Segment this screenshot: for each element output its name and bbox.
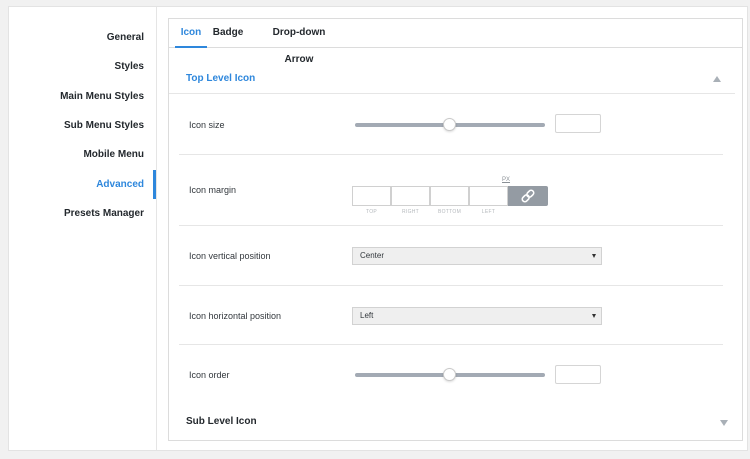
slider-thumb[interactable] bbox=[443, 118, 456, 131]
settings-sidebar: General Styles Main Menu Styles Sub Menu… bbox=[9, 7, 157, 450]
icon-vertical-position-select[interactable]: Center bbox=[352, 247, 602, 265]
dropdown-caret-icon bbox=[592, 254, 596, 258]
selected-value: Left bbox=[360, 311, 374, 320]
sub-level-icon-title: Sub Level Icon bbox=[186, 416, 257, 427]
icon-size-row: Icon size bbox=[179, 95, 723, 155]
tab-bar: Icon Badge Drop-down Arrow bbox=[169, 19, 742, 65]
icon-vertical-position-row: Icon vertical position Center bbox=[179, 226, 723, 286]
margin-left-input[interactable] bbox=[469, 186, 508, 206]
margin-right-input[interactable] bbox=[391, 186, 430, 206]
collapse-arrow-icon[interactable] bbox=[713, 76, 721, 82]
margin-bottom-input[interactable] bbox=[430, 186, 469, 206]
icon-margin-inputs: TOP RIGHT BOTTOM LEFT bbox=[352, 186, 549, 215]
icon-horizontal-position-label: Icon horizontal position bbox=[189, 311, 282, 321]
icon-size-input[interactable] bbox=[555, 114, 601, 133]
sidebar-item-main-menu-styles[interactable]: Main Menu Styles bbox=[8, 82, 156, 111]
icon-order-input[interactable] bbox=[555, 365, 601, 384]
sidebar-item-styles[interactable]: Styles bbox=[8, 52, 156, 81]
icon-margin-label: Icon margin bbox=[189, 185, 237, 195]
sidebar-item-advanced[interactable]: Advanced bbox=[8, 170, 156, 199]
margin-top-input[interactable] bbox=[352, 186, 391, 206]
icon-vertical-position-label: Icon vertical position bbox=[189, 251, 271, 261]
dropdown-caret-icon bbox=[592, 314, 596, 318]
icon-margin-row: Icon margin PX TOP RIGHT BOTTOM LEFT bbox=[179, 155, 723, 226]
tab-drop-down-arrow[interactable]: Drop-down Arrow bbox=[258, 19, 340, 65]
sidebar-item-mobile-menu[interactable]: Mobile Menu bbox=[8, 140, 156, 169]
margin-left-caption: LEFT bbox=[481, 209, 496, 215]
sidebar-item-presets-manager[interactable]: Presets Manager bbox=[8, 199, 156, 228]
icon-size-label: Icon size bbox=[189, 120, 225, 130]
tab-badge[interactable]: Badge bbox=[211, 19, 245, 48]
settings-container: General Styles Main Menu Styles Sub Menu… bbox=[8, 6, 748, 451]
sidebar-item-general[interactable]: General bbox=[8, 23, 156, 52]
selected-value: Center bbox=[360, 251, 385, 260]
icon-horizontal-position-select[interactable]: Left bbox=[352, 307, 602, 325]
link-icon bbox=[521, 189, 535, 203]
link-values-button[interactable] bbox=[508, 186, 548, 206]
icon-order-row: Icon order bbox=[179, 345, 723, 405]
margin-bottom-caption: BOTTOM bbox=[437, 209, 462, 215]
margin-unit-toggle[interactable]: PX bbox=[502, 177, 510, 183]
icon-size-slider[interactable] bbox=[355, 118, 545, 131]
sidebar-item-sub-menu-styles[interactable]: Sub Menu Styles bbox=[8, 111, 156, 140]
top-level-icon-title: Top Level Icon bbox=[186, 73, 256, 84]
expand-arrow-icon[interactable] bbox=[720, 420, 728, 426]
margin-top-caption: TOP bbox=[365, 209, 378, 215]
icon-order-slider[interactable] bbox=[355, 368, 545, 381]
icon-order-label: Icon order bbox=[189, 370, 230, 380]
icon-horizontal-position-row: Icon horizontal position Left bbox=[179, 286, 723, 345]
advanced-panel: Icon Badge Drop-down Arrow Top Level Ico… bbox=[168, 18, 743, 441]
slider-thumb[interactable] bbox=[443, 368, 456, 381]
tab-icon[interactable]: Icon bbox=[175, 19, 207, 48]
top-level-icon-header[interactable]: Top Level Icon bbox=[169, 64, 735, 94]
sub-level-icon-header[interactable]: Sub Level Icon bbox=[169, 407, 742, 437]
margin-right-caption: RIGHT bbox=[401, 209, 420, 215]
